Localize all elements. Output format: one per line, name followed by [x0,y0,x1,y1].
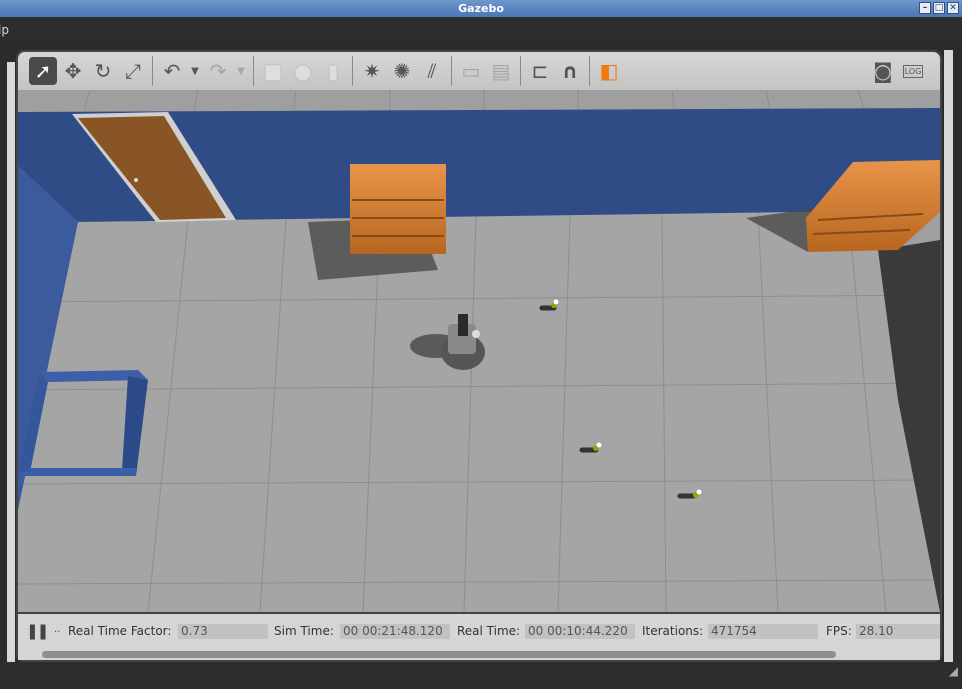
close-button[interactable]: ✕ [947,2,959,14]
real-time-factor-label: Real Time Factor: [68,624,172,638]
pause-icon: ❚❚ [26,622,49,640]
door-handle [134,178,138,182]
step-icon: .. [54,624,61,635]
align-button[interactable]: ⊏ [526,57,554,85]
point-light-button[interactable]: ✷ [358,57,386,85]
magnet-icon: ∩ [561,59,579,83]
iterations-label: Iterations: [642,624,704,638]
fps-label: FPS: [826,624,852,638]
redo-history-dropdown[interactable]: ▼ [234,57,248,85]
menu-bar: lp [0,17,962,43]
resize-grip-icon[interactable]: ◢ [949,664,958,678]
fps-value: 28.10 [856,624,940,639]
log-icon: LOG [902,64,924,78]
redo-icon: ↷ [209,59,227,83]
spot-light-icon: ✺ [393,59,411,83]
window-title-bar: Gazebo – □ ✕ [0,0,962,17]
toolbar-separator [352,56,353,86]
undo-icon: ↶ [163,59,181,83]
left-panel-edge [7,62,15,662]
copy-icon: ▭ [461,59,481,83]
real-time-factor-value: 0.73 [178,624,268,639]
camera-icon: ◙ [873,59,893,83]
sphere-shape-button[interactable]: ● [289,57,317,85]
paste-button[interactable]: ▤ [487,57,515,85]
point-light-icon: ✷ [363,59,381,83]
room-floor [18,210,940,612]
window-bottom-edge: ◢ [0,662,962,689]
cylinder-shape-button[interactable]: ▮ [319,57,347,85]
move-icon: ✥ [64,59,82,83]
chevron-down-icon: ▼ [237,65,245,77]
toolbar-separator [589,56,590,86]
scene-render [18,90,940,612]
undo-button[interactable]: ↶ [158,57,186,85]
snap-button[interactable]: ∩ [556,57,584,85]
log-button[interactable]: LOG [899,57,927,85]
align-icon: ⊏ [531,59,549,83]
toolbar-separator [451,56,452,86]
rotate-mode-button[interactable]: ↻ [89,57,117,85]
scale-mode-button[interactable]: ⤢ [119,57,147,85]
iterations-value: 471754 [708,624,818,639]
toolbar-separator [253,56,254,86]
horizontal-scrollbar[interactable] [42,651,836,658]
sim-time-label: Sim Time: [274,624,334,638]
translate-mode-button[interactable]: ✥ [59,57,87,85]
status-bar: ❚❚ .. Real Time Factor: 0.73 Sim Time: 0… [18,614,940,660]
view-cube-icon: ◧ [599,59,619,83]
undo-history-dropdown[interactable]: ▼ [188,57,202,85]
minimize-button[interactable]: – [919,2,931,14]
box-shape-button[interactable]: ■ [259,57,287,85]
copy-button[interactable]: ▭ [457,57,485,85]
spot-light-button[interactable]: ✺ [388,57,416,85]
box-icon: ■ [263,59,283,83]
toolbar: ➚ ✥ ↻ ⤢ ↶ ▼ ↷ ▼ ■ ● ▮ ✷ ✺ ⫽ ▭ ▤ ⊏ ∩ ◧ ◙ … [18,52,940,90]
pause-button[interactable]: ❚❚ [26,622,49,640]
menu-item-help[interactable]: lp [0,17,9,43]
select-mode-button[interactable]: ➚ [29,57,57,85]
redo-button[interactable]: ↷ [204,57,232,85]
screenshot-button[interactable]: ◙ [869,57,897,85]
cylinder-icon: ▮ [327,59,339,83]
rotate-icon: ↻ [94,59,112,83]
paste-icon: ▤ [491,59,511,83]
toolbar-separator [520,56,521,86]
directional-light-button[interactable]: ⫽ [418,57,446,85]
bookshelf-center [350,164,446,254]
real-time-value: 00 00:10:44.220 [525,624,635,639]
arrow-pointer-icon: ➚ [34,59,52,83]
sim-time-value: 00 00:21:48.120 [340,624,450,639]
real-time-label: Real Time: [457,624,521,638]
scene-viewport[interactable] [18,90,940,612]
window-title: Gazebo [458,2,504,15]
step-button[interactable]: .. [54,624,60,635]
chevron-down-icon: ▼ [191,65,199,77]
sphere-icon: ● [294,59,312,83]
toolbar-separator [152,56,153,86]
view-angle-button[interactable]: ◧ [595,57,623,85]
scale-icon: ⤢ [125,59,141,83]
right-panel-edge [944,50,953,662]
directional-light-icon: ⫽ [427,59,437,83]
maximize-button[interactable]: □ [933,2,945,14]
